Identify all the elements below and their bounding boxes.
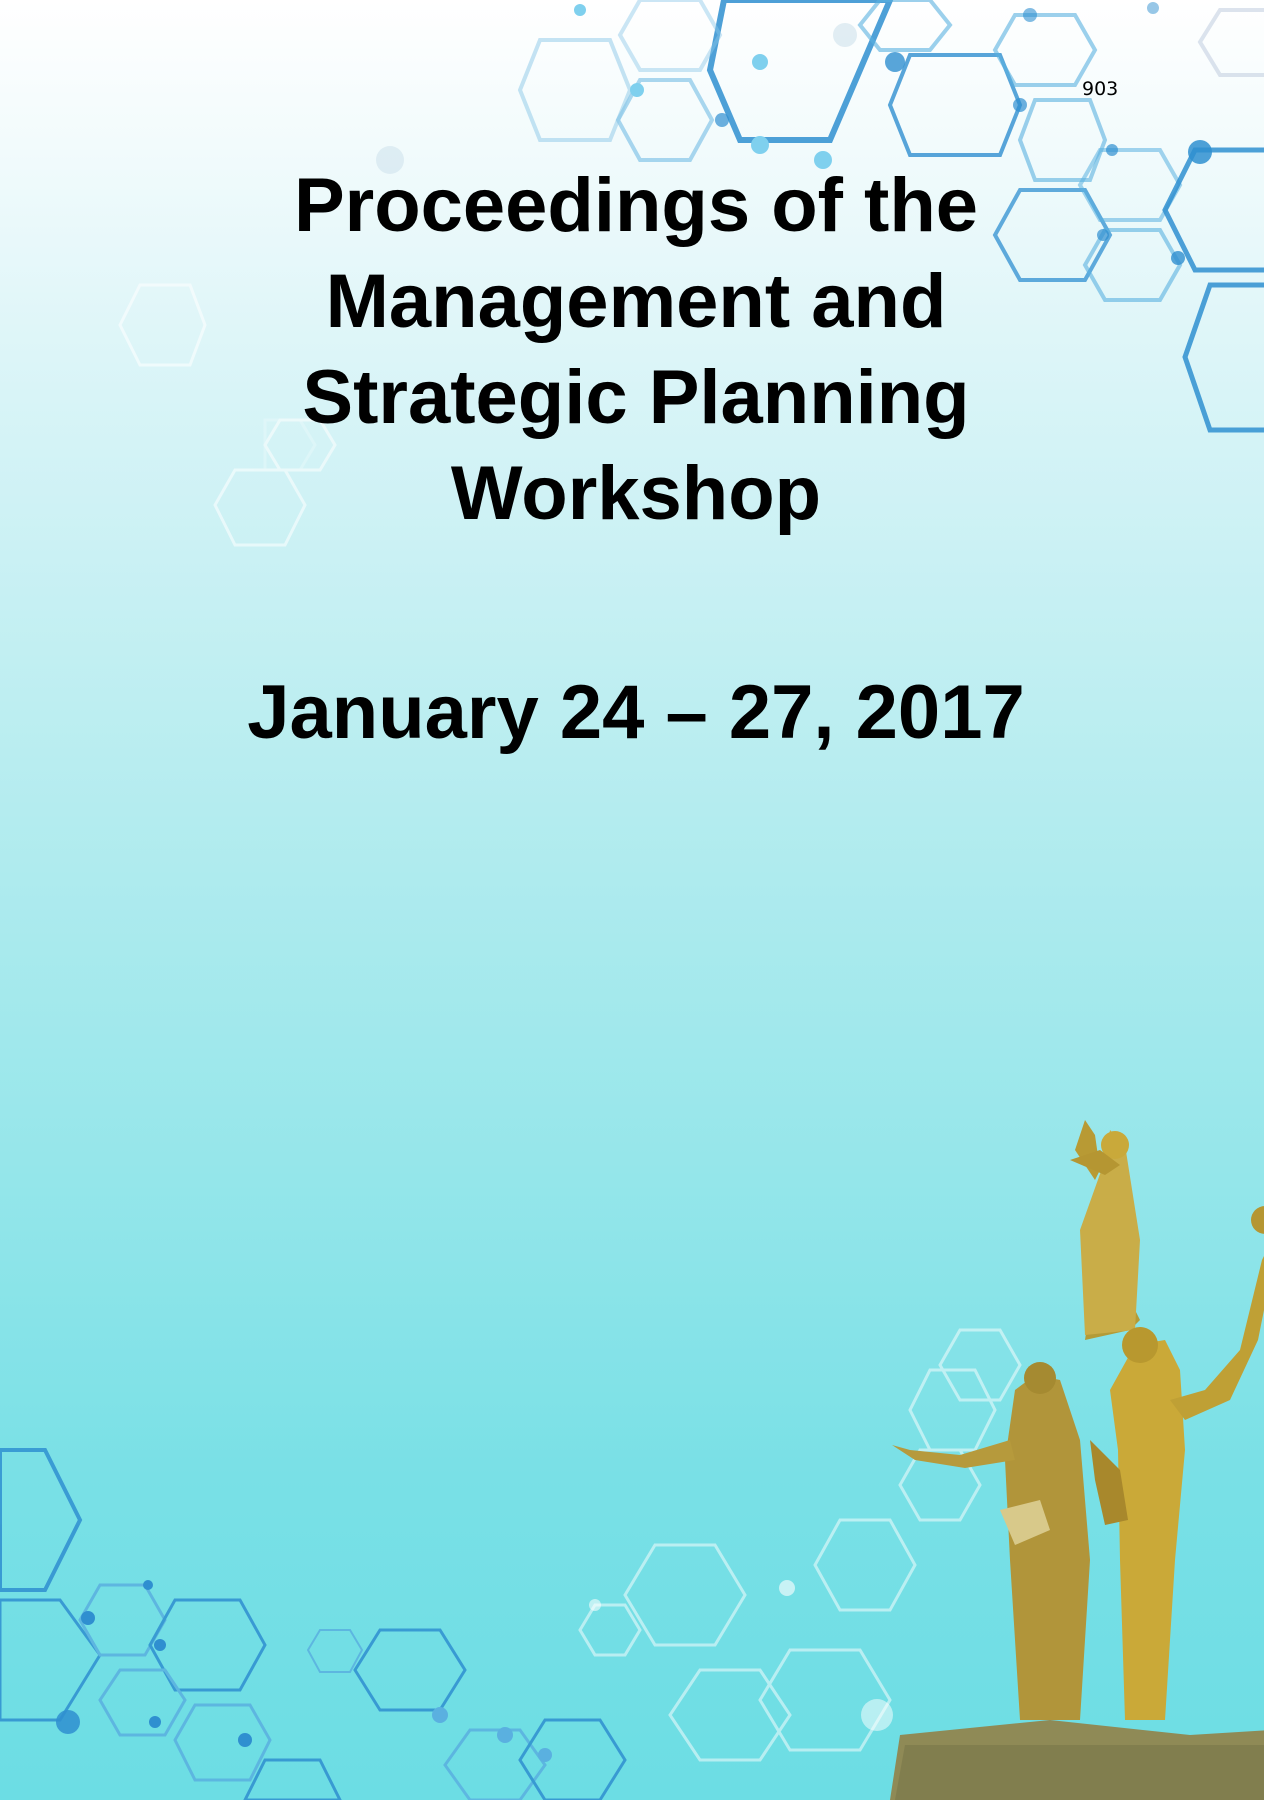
- page-number: 903: [1082, 78, 1119, 100]
- title-line-1: Proceedings of the: [293, 163, 979, 248]
- golden-statue-monument: [890, 1120, 1272, 1800]
- bottom-faint-hexagons: [578, 1328, 1022, 1762]
- title-line-4: Workshop: [450, 451, 822, 536]
- bottom-left-nodes: [56, 1580, 893, 1762]
- event-date: January 24 – 27, 2017: [247, 670, 1025, 755]
- proceedings-title: Proceedings of the Management and Strate…: [200, 158, 1072, 542]
- bottom-left-hexagons: [0, 1448, 627, 1800]
- title-line-3: Strategic Planning: [302, 355, 970, 440]
- page-right-edge: [1264, 0, 1272, 1800]
- cover-page: 903 Proceedings of the Management and St…: [0, 0, 1272, 1800]
- title-line-2: Management and: [325, 259, 947, 344]
